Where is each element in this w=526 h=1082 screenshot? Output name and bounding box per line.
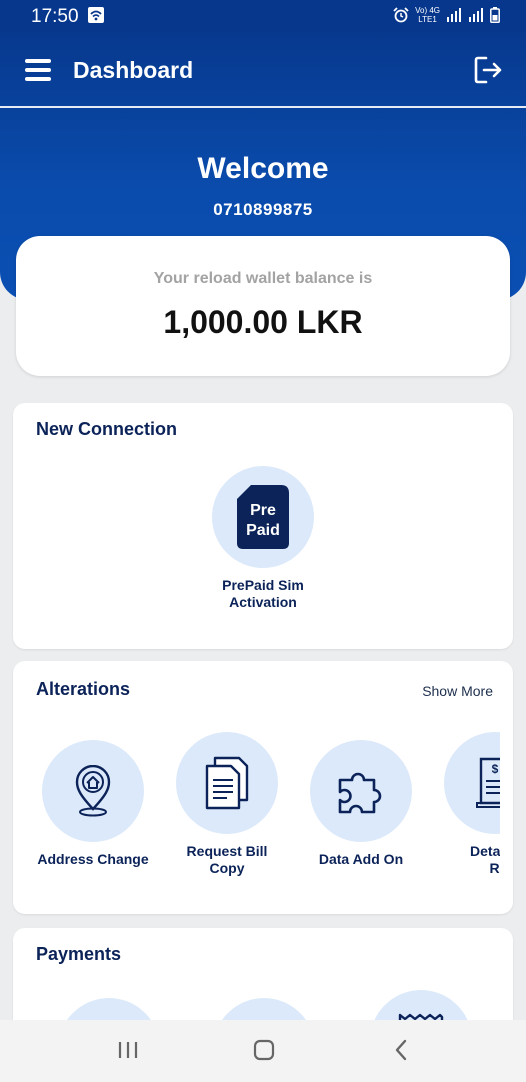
signal-icon (447, 8, 461, 22)
battery-icon (490, 7, 500, 23)
prepaid-sim-button[interactable]: Pre Paid (212, 466, 314, 568)
logout-icon[interactable] (472, 54, 504, 86)
payments-title: Payments (36, 944, 122, 964)
prepaid-sim-label-line2: Activation (229, 594, 297, 610)
status-bar: 17:50 Vo) 4G LTE1 (0, 0, 526, 32)
prepaid-icon-text-1: Pre (250, 502, 276, 519)
phone-number: 0710899875 (213, 200, 313, 219)
svg-text:$: $ (492, 762, 499, 776)
new-connection-title: New Connection (36, 419, 178, 439)
status-time: 17:50 (31, 6, 79, 27)
lte-bottom-text: LTE1 (418, 15, 437, 24)
new-connection-card: New Connection Pre Paid PrePaid Sim Acti… (13, 403, 513, 649)
prepaid-sim-label[interactable]: PrePaid Sim Activation (193, 577, 333, 611)
signal-icon-2 (469, 8, 483, 22)
welcome-heading: Welcome (197, 152, 329, 185)
prepaid-sim-label-line1: PrePaid Sim (222, 577, 304, 593)
recent-apps-icon[interactable] (117, 1038, 139, 1062)
page-title: Dashboard (73, 57, 194, 83)
back-icon[interactable] (392, 1038, 410, 1062)
alterations-card: Alterations Show More Address Change Req… (13, 661, 513, 914)
lte-top-text: Vo) 4G (415, 6, 440, 15)
app-bar: Dashboard (0, 32, 526, 108)
status-icons: Vo) 4G LTE1 (393, 6, 500, 24)
network-type-label: Vo) 4G LTE1 (415, 6, 440, 24)
balance-value: 1,000.00 LKR (163, 304, 363, 340)
detailed-request-line1: Detaile (470, 843, 500, 859)
wifi-icon (88, 7, 104, 23)
menu-icon[interactable] (25, 59, 51, 81)
detailed-request-label[interactable]: Detaile Requ (423, 843, 500, 877)
system-navigation-bar (0, 1020, 526, 1082)
balance-card: Your reload wallet balance is 1,000.00 L… (16, 236, 510, 376)
detailed-request-button[interactable]: $ (444, 732, 500, 834)
detailed-request-line2: Requ (489, 860, 501, 876)
alarm-icon (393, 7, 409, 23)
header-divider (0, 106, 526, 108)
prepaid-sim-icon: Pre Paid (237, 485, 289, 549)
balance-label: Your reload wallet balance is (153, 270, 373, 287)
home-icon[interactable] (253, 1038, 275, 1062)
bill-receipt-icon: $ (476, 757, 500, 808)
prepaid-icon-text-2: Paid (246, 522, 280, 539)
alterations-clip: $ Detaile Requ (13, 661, 500, 914)
